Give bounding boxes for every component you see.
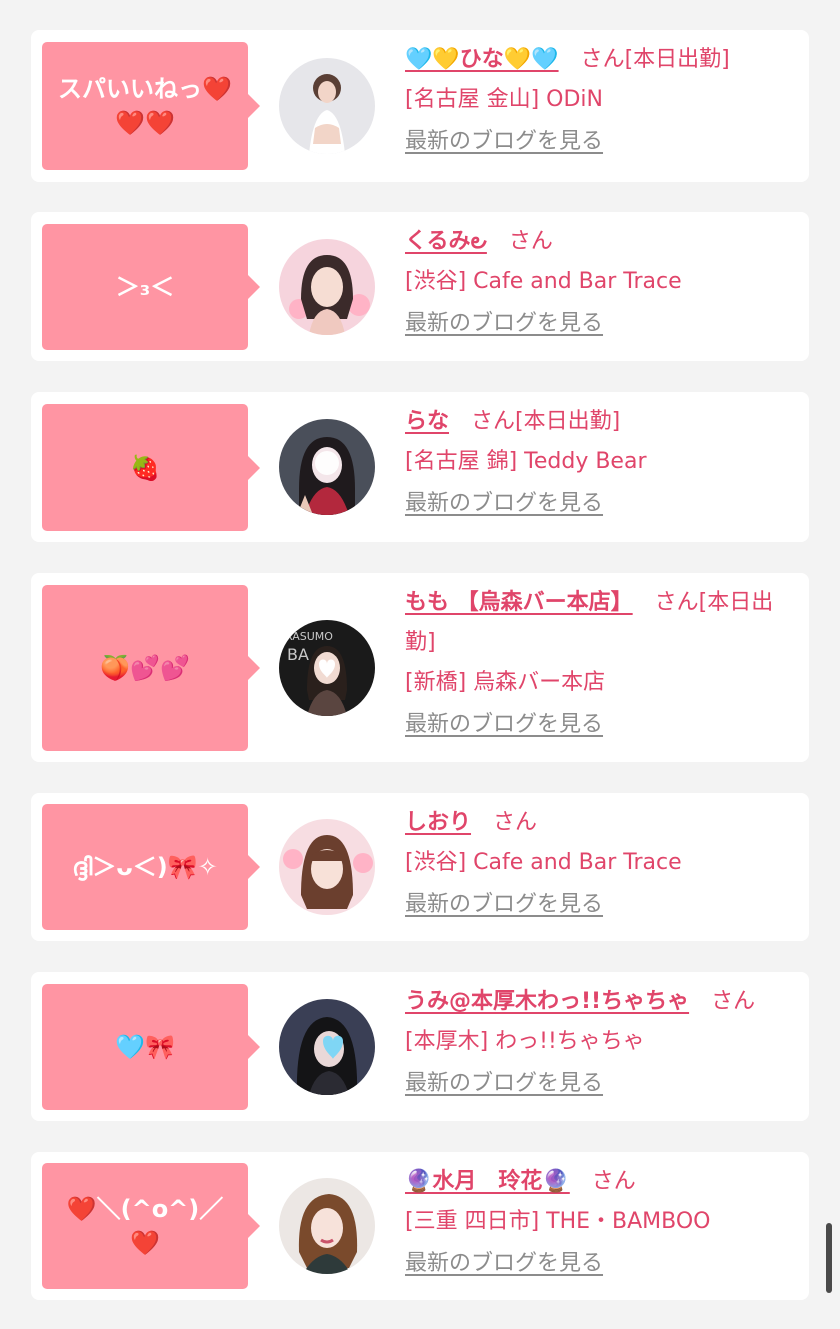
avatar[interactable]: RASUMO BA xyxy=(279,620,375,716)
cast-name-link[interactable]: しおり xyxy=(405,810,471,835)
name-suffix: さん xyxy=(493,810,538,835)
avatar[interactable] xyxy=(279,58,375,154)
girl-photo-icon xyxy=(279,1178,375,1274)
avatar[interactable] xyxy=(279,239,375,335)
shop-label: [名古屋 金山] ODiN xyxy=(405,87,603,112)
comment-bubble: 🍓 xyxy=(42,404,260,531)
list-item: ❤️＼(^o^)／❤️ 🔮水月 玲花🔮 さん [三重 四日市] THE・BAMBO… xyxy=(31,1152,809,1300)
shop-label: [名古屋 錦] Teddy Bear xyxy=(405,449,647,474)
card-info: もも 【烏森バー本店】 さん[本日出勤] [新橋] 烏森バー本店 最新のブログを見… xyxy=(405,583,797,745)
shop-label: [本厚木] わっ!!ちゃちゃ xyxy=(405,1029,645,1054)
girl-photo-icon xyxy=(279,239,375,335)
comment-bubble: ദ്ദി＞ᴗ＜)🎀✧ xyxy=(42,804,260,930)
list-item: 🍓 らな さん[本日出勤] [名古屋 錦] Teddy Bear 最新のブログを見… xyxy=(31,392,809,542)
girl-photo-icon xyxy=(279,999,375,1095)
card-info: らな さん[本日出勤] [名古屋 錦] Teddy Bear 最新のブログを見る xyxy=(405,402,797,524)
svg-text:RASUMO: RASUMO xyxy=(285,630,333,643)
comment-bubble: スパいいねっ❤️ ❤️❤️ xyxy=(42,42,260,170)
list-item: スパいいねっ❤️ ❤️❤️ 🩵💛ひな💛🩵 さん[本日出勤] [名古屋 金山] OD… xyxy=(31,30,809,182)
list-item: ദ്ദി＞ᴗ＜)🎀✧ しおり さん [渋谷] Cafe and Bar Trace… xyxy=(31,793,809,941)
cast-name-link[interactable]: らな xyxy=(405,409,449,434)
name-suffix: さん xyxy=(711,989,756,1014)
latest-blog-link[interactable]: 最新のブログを見る xyxy=(405,484,603,524)
latest-blog-link[interactable]: 最新のブログを見る xyxy=(405,304,603,344)
name-suffix: さん xyxy=(508,229,553,254)
card-info: 🩵💛ひな💛🩵 さん[本日出勤] [名古屋 金山] ODiN 最新のブログを見る xyxy=(405,40,797,162)
cast-name-link[interactable]: 🔮水月 玲花🔮 xyxy=(405,1169,570,1194)
avatar[interactable] xyxy=(279,999,375,1095)
shop-label: [渋谷] Cafe and Bar Trace xyxy=(405,850,682,875)
shop-label: [新橋] 烏森バー本店 xyxy=(405,670,606,695)
card-info: 🔮水月 玲花🔮 さん [三重 四日市] THE・BAMBOO 最新のブログを見る xyxy=(405,1162,797,1284)
cast-name-link[interactable]: うみ@本厚木わっ!!ちゃちゃ xyxy=(405,989,689,1014)
cast-name-link[interactable]: 🩵💛ひな💛🩵 xyxy=(405,47,559,72)
comment-bubble: 🩵🎀 xyxy=(42,984,260,1110)
card-info: くるみ౿ さん [渋谷] Cafe and Bar Trace 最新のブログを見る xyxy=(405,222,797,344)
avatar[interactable] xyxy=(279,419,375,515)
girl-photo-icon xyxy=(279,419,375,515)
name-suffix: さん[本日出勤] xyxy=(580,47,730,72)
girl-photo-icon xyxy=(279,819,375,915)
cast-name-link[interactable]: もも 【烏森バー本店】 xyxy=(405,590,633,615)
latest-blog-link[interactable]: 最新のブログを見る xyxy=(405,1064,603,1104)
latest-blog-link[interactable]: 最新のブログを見る xyxy=(405,705,603,745)
shop-label: [渋谷] Cafe and Bar Trace xyxy=(405,269,682,294)
shop-label: [三重 四日市] THE・BAMBOO xyxy=(405,1209,711,1234)
latest-blog-link[interactable]: 最新のブログを見る xyxy=(405,885,603,925)
comment-bubble: ❤️＼(^o^)／❤️ xyxy=(42,1163,260,1289)
name-suffix: さん xyxy=(591,1169,636,1194)
scrollbar[interactable] xyxy=(826,1223,832,1293)
card-info: しおり さん [渋谷] Cafe and Bar Trace 最新のブログを見る xyxy=(405,803,797,925)
list-item: 🍑💕💕 RASUMO BA もも 【烏森バー本店】 さん[本日出勤] [新橋] 烏… xyxy=(31,573,809,762)
svg-text:BA: BA xyxy=(287,645,309,664)
girl-photo-icon xyxy=(279,58,375,154)
comment-bubble: 🍑💕💕 xyxy=(42,585,260,751)
comment-bubble: ＞₃＜ xyxy=(42,224,260,350)
list-item: ＞₃＜ くるみ౿ さん [渋谷] Cafe and Bar Trace 最新のブロ… xyxy=(31,212,809,361)
girl-photo-icon: RASUMO BA xyxy=(279,620,375,716)
card-info: うみ@本厚木わっ!!ちゃちゃ さん [本厚木] わっ!!ちゃちゃ 最新のブログを見… xyxy=(405,982,797,1104)
latest-blog-link[interactable]: 最新のブログを見る xyxy=(405,1244,603,1284)
cast-name-link[interactable]: くるみ౿ xyxy=(405,229,487,254)
list-item: 🩵🎀 うみ@本厚木わっ!!ちゃちゃ さん [本厚木] わっ!!ちゃちゃ 最新のブロ… xyxy=(31,972,809,1121)
latest-blog-link[interactable]: 最新のブログを見る xyxy=(405,122,603,162)
avatar[interactable] xyxy=(279,819,375,915)
name-suffix: さん[本日出勤] xyxy=(471,409,621,434)
avatar[interactable] xyxy=(279,1178,375,1274)
